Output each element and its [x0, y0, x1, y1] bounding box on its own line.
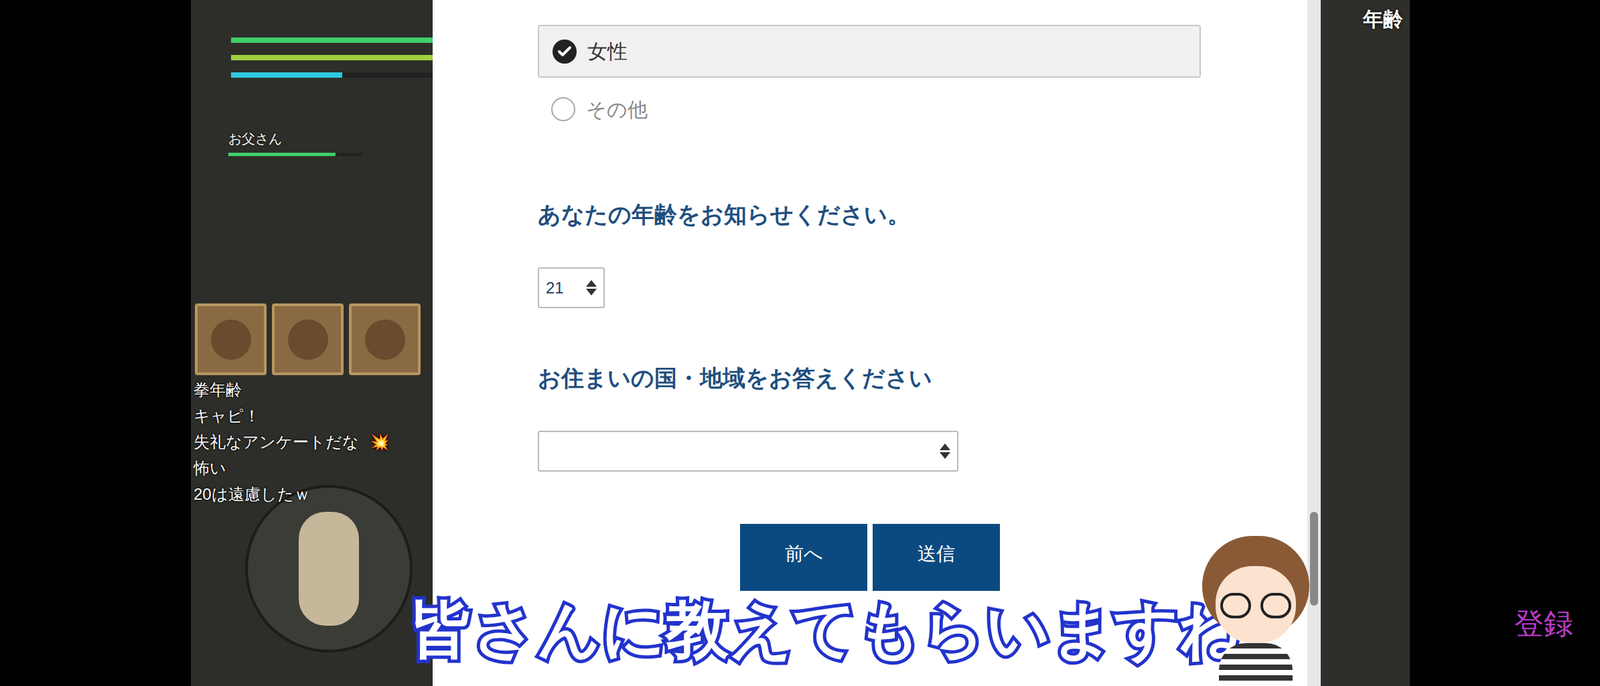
- screen: お父さん拳年齢キャピ！失礼なアンケートだな💥怖い20は遠慮したｗ女性その他あなた…: [0, 0, 1600, 686]
- player-row: お父さん: [190, 128, 433, 157]
- hud-bars: [190, 0, 433, 78]
- question: お住まいの国・地域をお答えください: [537, 362, 1308, 472]
- game-view-left: お父さん拳年齢キャピ！失礼なアンケートだな💥怖い20は遠慮したｗ: [190, 0, 433, 686]
- avatar-icon: [1192, 535, 1320, 686]
- subtitle: 皆さんに教えてもらいますね: [409, 589, 1244, 670]
- status-bar: [231, 72, 433, 78]
- game-view-right: 年齢: [1307, 0, 1410, 686]
- age-input[interactable]: 21: [537, 267, 605, 309]
- item-slot-icon: [194, 303, 267, 376]
- form-buttons: 前へ送信: [432, 523, 1308, 591]
- option-other[interactable]: その他: [537, 92, 1308, 126]
- question-label: あなたの年齢をお知らせください。: [537, 199, 1308, 230]
- spinner-icon: [939, 443, 951, 459]
- item-bar: [190, 303, 433, 376]
- chat-comment: キャピ！: [193, 402, 433, 429]
- item-slot-icon: [348, 303, 421, 376]
- form-button[interactable]: 前へ: [740, 523, 868, 591]
- chat-comment: 怖い: [193, 454, 433, 481]
- chat-comment: 拳年齢: [193, 376, 433, 403]
- question: あなたの年齢をお知らせください。 21: [537, 199, 1308, 309]
- corner-label: 年齢: [1362, 4, 1404, 35]
- spinner-icon: [586, 279, 597, 296]
- chat-comment: 20は遠慮したｗ: [193, 480, 433, 507]
- option-selected[interactable]: 女性: [537, 24, 1201, 78]
- status-bar: [231, 54, 433, 61]
- form-button[interactable]: 送信: [872, 523, 1000, 591]
- check-icon: [552, 39, 577, 64]
- country-select[interactable]: [537, 430, 959, 472]
- chat-comment: 失礼なアンケートだな💥: [193, 428, 433, 455]
- survey-form: 女性その他あなたの年齢をお知らせください。 21 お住まいの国・地域をお答えください…: [432, 0, 1308, 686]
- minimap: [245, 484, 413, 653]
- question-label: お住まいの国・地域をお答えください: [537, 362, 1308, 393]
- status-bar: [231, 37, 433, 43]
- register-label[interactable]: 登録: [1514, 601, 1600, 646]
- chat-list: 拳年齢キャピ！失礼なアンケートだな💥怖い20は遠慮したｗ: [190, 375, 433, 507]
- radio-icon: [551, 97, 576, 122]
- left-letterbox: [0, 0, 191, 686]
- scrollbar[interactable]: [1307, 0, 1321, 686]
- player-name: お父さん: [228, 128, 433, 149]
- item-slot-icon: [271, 303, 344, 376]
- right-letterbox: 登録: [1409, 0, 1600, 686]
